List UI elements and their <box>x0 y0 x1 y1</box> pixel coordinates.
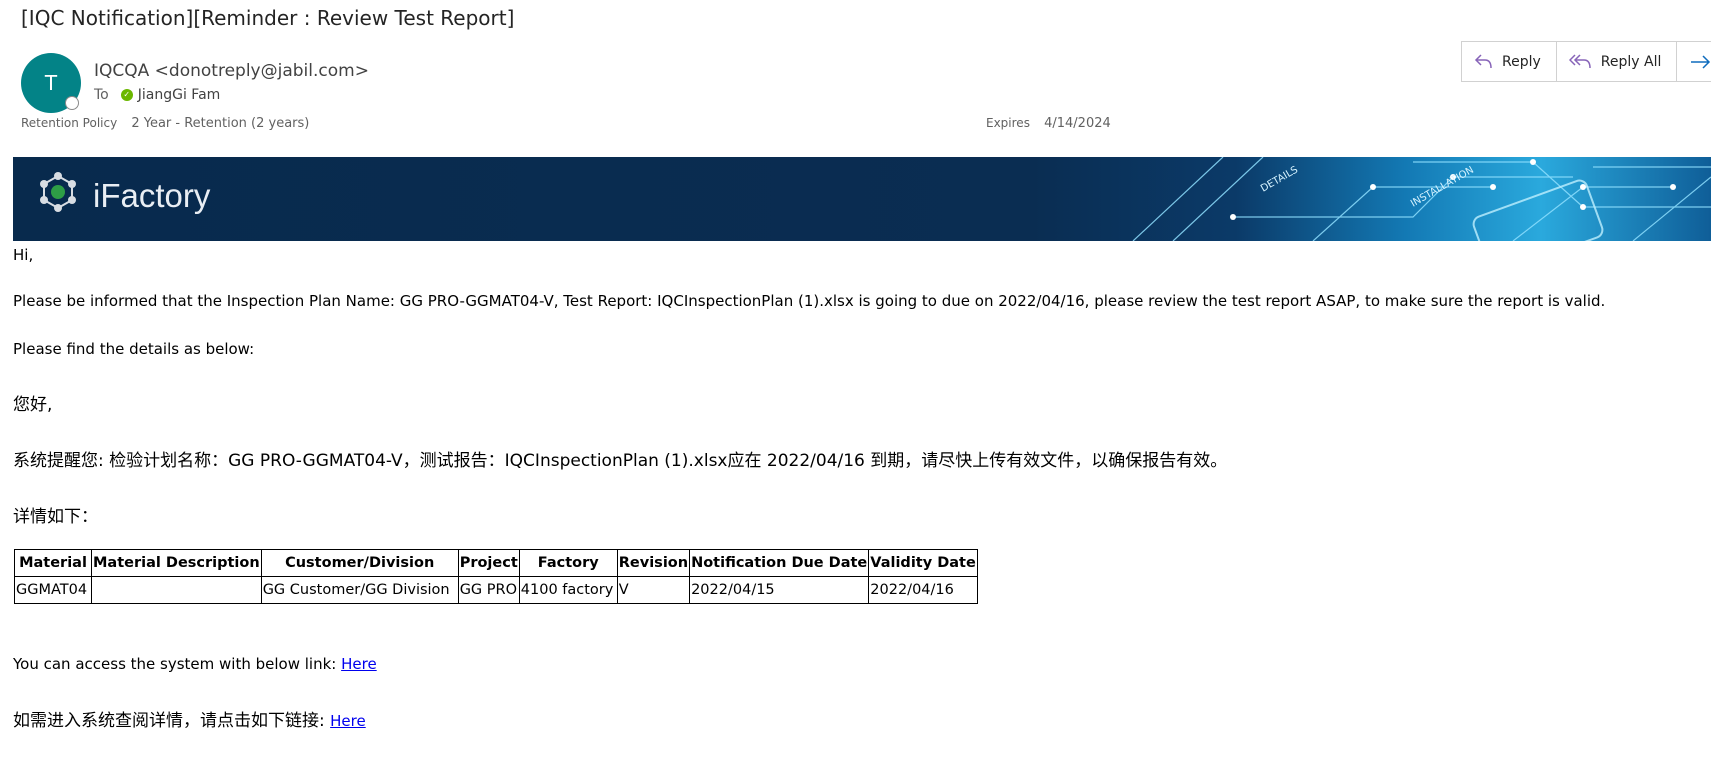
access-cn-text: 如需进入系统查阅详情，请点击如下链接: <box>13 711 331 731</box>
to-label: To <box>94 87 109 103</box>
retention-label: Retention Policy <box>21 116 118 130</box>
reply-label: Reply <box>1502 53 1541 70</box>
email-subject: [IQC Notification][Reminder : Review Tes… <box>21 6 515 30</box>
banner-tech-graphic: DETAILS INSTALLATION <box>1132 157 1711 241</box>
reply-all-label: Reply All <box>1600 53 1662 70</box>
column-header-factory: Factory <box>518 549 618 577</box>
details-cn: 详情如下： <box>13 507 98 527</box>
table-cell-validity-date: 2022/04/16 <box>868 576 978 604</box>
ifactory-brand-text: iFactory <box>93 177 211 214</box>
ifactory-banner: iFactory DETAILS INSTALLATION <box>13 157 1711 241</box>
forward-icon <box>1691 54 1711 69</box>
ifactory-logo-icon <box>40 172 76 212</box>
details-en: Please find the details as below: <box>13 340 255 358</box>
reply-icon <box>1474 53 1492 68</box>
access-en-text: You can access the system with below lin… <box>13 655 342 673</box>
access-en-line: You can access the system with below lin… <box>13 655 377 673</box>
presence-status-icon <box>65 96 79 110</box>
available-status-icon: ✓ <box>120 89 133 101</box>
column-header-material: Material <box>14 549 92 577</box>
system-link-en[interactable]: Here <box>341 655 377 673</box>
retention-value: 2 Year - Retention (2 years) <box>131 116 310 131</box>
info-en: Please be informed that the Inspection P… <box>13 292 1606 310</box>
sender-name[interactable]: IQCQA <donotreply@jabil.com> <box>94 61 369 81</box>
expires-value: 4/14/2024 <box>1044 116 1111 131</box>
details-table: Material Material Description Customer/D… <box>14 549 978 604</box>
table-cell-material-description <box>91 576 262 604</box>
message-actions-toolbar: Reply Reply All <box>1461 41 1711 82</box>
column-header-notification-due-date: Notification Due Date <box>689 549 870 577</box>
reply-all-icon <box>1568 53 1591 68</box>
table-cell-notification-due-date: 2022/04/15 <box>689 576 870 604</box>
retention-policy: Retention Policy 2 Year - Retention (2 y… <box>21 116 309 131</box>
table-cell-material: GGMAT04 <box>14 576 92 604</box>
access-cn-line: 如需进入系统查阅详情，请点击如下链接: Here <box>13 706 366 731</box>
column-header-customer-division: Customer/Division <box>260 549 459 577</box>
info-cn: 系统提醒您: 检验计划名称：GG PRO-GGMAT04-V，测试报告：IQCI… <box>13 451 1228 471</box>
table-cell-project: GG PRO <box>457 576 520 604</box>
recipient-row: To ✓ JiangGi Fam <box>94 87 220 103</box>
table-cell-factory: 4100 factory <box>518 576 618 604</box>
greeting-cn: 您好, <box>13 395 53 415</box>
table-row: GGMAT04 GG Customer/GG Division GG PRO 4… <box>14 576 978 604</box>
table-header-row: Material Material Description Customer/D… <box>14 549 978 577</box>
expires-info: Expires 4/14/2024 <box>986 116 1111 131</box>
column-header-project: Project <box>457 549 520 577</box>
reply-all-button[interactable]: Reply All <box>1557 42 1678 81</box>
column-header-revision: Revision <box>616 549 691 577</box>
table-cell-customer-division: GG Customer/GG Division <box>260 576 459 604</box>
column-header-validity-date: Validity Date <box>868 549 978 577</box>
table-cell-revision: V <box>616 576 691 604</box>
column-header-material-description: Material Description <box>91 549 262 577</box>
banner-details-text: DETAILS <box>1259 165 1300 195</box>
recipient-name[interactable]: JiangGi Fam <box>138 87 221 103</box>
expires-label: Expires <box>986 116 1030 130</box>
system-link-cn[interactable]: Here <box>330 712 366 730</box>
reply-button[interactable]: Reply <box>1462 42 1557 81</box>
greeting-en: Hi, <box>13 246 34 264</box>
forward-button[interactable] <box>1677 42 1711 81</box>
